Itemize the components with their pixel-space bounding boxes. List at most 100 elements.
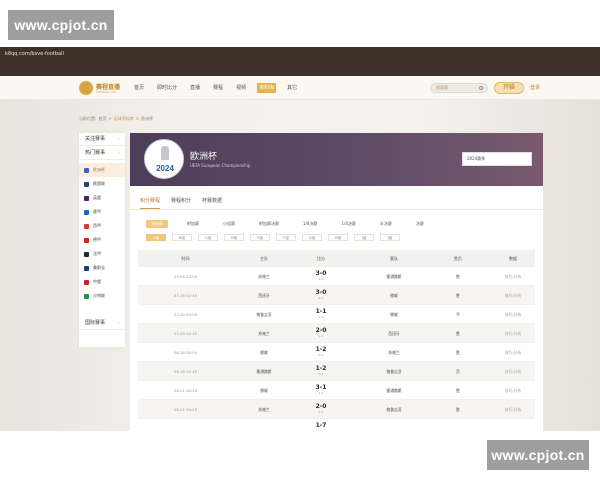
- group-filter-item[interactable]: H组: [328, 234, 348, 241]
- stage-filter: 预选赛 附加赛 小组赛 附加赛决赛 1/8决赛 1/4决赛 半决赛 决赛: [146, 220, 429, 228]
- sidebar-section-followed[interactable]: 关注赛事 ›: [79, 133, 125, 146]
- match-data-link[interactable]: 技巧/分析: [488, 381, 538, 400]
- group-filter-item[interactable]: A组: [146, 234, 166, 241]
- away-team[interactable]: 塞浦路斯: [350, 381, 438, 400]
- breadcrumb-section[interactable]: 足球资料库: [114, 116, 134, 122]
- group-filter: A组 B组 C组 D组 E组 F组 G组 H组 I组 J组: [146, 234, 400, 241]
- home-team[interactable]: 苏格兰: [228, 324, 300, 343]
- logo-icon[interactable]: [79, 81, 93, 95]
- screenshot-area: k8qq.com/bsve-football 赛程直播 KAIFANG TIYU…: [0, 47, 600, 431]
- sidebar-item[interactable]: 沙特联: [79, 289, 125, 303]
- home-team[interactable]: 塞浦路斯: [228, 362, 300, 381]
- sidebar-item-label: 美职业: [93, 265, 105, 270]
- match-data-link[interactable]: 技巧/分析: [488, 400, 538, 419]
- stage-filter-item[interactable]: 附加赛决赛: [254, 220, 284, 228]
- group-filter-item[interactable]: J组: [380, 234, 400, 241]
- stage-filter-item[interactable]: 小组赛: [218, 220, 240, 228]
- match-time: 03-26 02:45: [173, 293, 198, 298]
- stage-filter-item[interactable]: 1/8决赛: [298, 220, 322, 228]
- home-team[interactable]: 格鲁吉亚: [228, 305, 300, 324]
- match-time: 06-18 02:45: [173, 369, 198, 374]
- match-time: 03-05 22:00: [173, 274, 198, 279]
- nav-item[interactable]: 资料库: [257, 83, 277, 93]
- home-team[interactable]: 挪威: [228, 343, 300, 362]
- match-data-link[interactable]: 技巧/分析: [488, 286, 538, 305]
- group-filter-item[interactable]: D组: [224, 234, 244, 241]
- match-score[interactable]: 2-0 1-0: [304, 403, 338, 415]
- half-score: 1-0: [318, 410, 324, 414]
- match-data-link[interactable]: 技巧/分析: [488, 267, 538, 286]
- stage-filter-item[interactable]: 附加赛: [182, 220, 204, 228]
- sidebar-item[interactable]: 法甲: [79, 247, 125, 261]
- away-team[interactable]: 格鲁吉亚: [350, 400, 438, 419]
- match-data-link[interactable]: 技巧/分析: [488, 324, 538, 343]
- sidebar-item[interactable]: 欧洲杯: [79, 163, 125, 177]
- season-select[interactable]: 2024赛季: [462, 152, 532, 166]
- table-row: 03-26 02:45 西班牙 3-0 2-0 挪威 胜 技巧/分析: [138, 286, 535, 305]
- home-team[interactable]: 西班牙: [228, 286, 300, 305]
- match-data-link[interactable]: 技巧/分析: [488, 305, 538, 324]
- match-score[interactable]: 3-0 1-0: [304, 270, 338, 282]
- sidebar: 关注赛事 › 热门赛事 › 欧洲杯欧国联英超 意甲 西甲 德甲 法甲美职业中超 沙特联国际赛事 ›: [79, 133, 125, 347]
- group-filter-item[interactable]: B组: [172, 234, 192, 241]
- match-data-link[interactable]: 技巧/分析: [488, 362, 538, 381]
- match-score[interactable]: 3-0 2-0: [304, 289, 338, 301]
- stage-filter-item[interactable]: 预选赛: [146, 220, 168, 228]
- stage-filter-item[interactable]: 半决赛: [375, 220, 397, 228]
- match-score[interactable]: 3-1 1-0: [304, 384, 338, 396]
- browser-url-bar[interactable]: k8qq.com/bsve-football: [0, 47, 600, 76]
- logo-year: 2024: [156, 164, 174, 173]
- group-filter-item[interactable]: E组: [250, 234, 270, 241]
- nav-item[interactable]: 首页: [132, 83, 146, 93]
- page: www.cpjot.cn k8qq.com/bsve-football 赛程直播…: [0, 0, 600, 480]
- home-team[interactable]: 苏格兰: [228, 267, 300, 286]
- home-team[interactable]: 苏格兰: [228, 400, 300, 419]
- search-icon[interactable]: [479, 85, 483, 90]
- chevron-right-icon: ›: [118, 136, 120, 142]
- table-row: 06-18 02:45 塞浦路斯 1-2 0-1 格鲁吉亚 负 技巧/分析: [138, 362, 535, 381]
- sidebar-item[interactable]: 德甲: [79, 233, 125, 247]
- sidebar-item[interactable]: 欧国联: [79, 177, 125, 191]
- breadcrumb-home[interactable]: 首页: [98, 116, 106, 122]
- stage-filter-item[interactable]: 决赛: [411, 220, 429, 228]
- home-team[interactable]: 挪威: [228, 381, 300, 400]
- sidebar-item[interactable]: 美职业: [79, 261, 125, 275]
- away-team[interactable]: 塞浦路斯: [350, 267, 438, 286]
- stage-filter-item[interactable]: 1/4决赛: [336, 220, 360, 228]
- match-score[interactable]: 1-7: [304, 422, 338, 429]
- tab[interactable]: 杯赛数据: [202, 197, 222, 209]
- sidebar-section-hot[interactable]: 热门赛事 ›: [79, 147, 125, 160]
- nav-item[interactable]: 其它: [285, 83, 299, 93]
- away-team[interactable]: 挪威: [350, 286, 438, 305]
- group-filter-item[interactable]: F组: [276, 234, 296, 241]
- match-score[interactable]: 2-0 1-0: [304, 327, 338, 339]
- nav-item[interactable]: 赛程: [211, 83, 225, 93]
- sidebar-item[interactable]: 意甲: [79, 205, 125, 219]
- away-team[interactable]: 西班牙: [350, 324, 438, 343]
- away-team[interactable]: 苏格兰: [350, 343, 438, 362]
- login-link[interactable]: 登录: [530, 84, 540, 91]
- sidebar-item[interactable]: 英超: [79, 191, 125, 205]
- sidebar-section-international[interactable]: 国际赛事 ›: [79, 317, 125, 330]
- group-filter-item[interactable]: G组: [302, 234, 322, 241]
- search-placeholder: 搜索赛: [436, 85, 448, 90]
- away-team[interactable]: 挪威: [350, 305, 438, 324]
- search-input[interactable]: 搜索赛: [430, 83, 488, 93]
- sidebar-item[interactable]: 西甲: [79, 219, 125, 233]
- nav-item[interactable]: 视频: [234, 83, 248, 93]
- match-data-link[interactable]: 技巧/分析: [488, 343, 538, 362]
- nav-item[interactable]: 即时比分: [155, 83, 179, 93]
- tab[interactable]: 积分赛程: [140, 197, 161, 209]
- tab[interactable]: 赛程积分: [171, 197, 191, 209]
- url-text[interactable]: k8qq.com/bsve-football: [5, 51, 64, 57]
- match-score[interactable]: 1-1 1-0: [304, 308, 338, 320]
- away-team[interactable]: 格鲁吉亚: [350, 362, 438, 381]
- sidebar-item[interactable]: 中超: [79, 275, 125, 289]
- group-filter-item[interactable]: I组: [354, 234, 374, 241]
- sidebar-item-label: 欧国联: [93, 181, 105, 186]
- nav-item[interactable]: 直播: [188, 83, 202, 93]
- kaichang-button[interactable]: 开猫: [494, 82, 524, 94]
- match-score[interactable]: 1-2 0-1: [304, 346, 338, 358]
- match-score[interactable]: 1-2 0-1: [304, 365, 338, 377]
- group-filter-item[interactable]: C组: [198, 234, 218, 241]
